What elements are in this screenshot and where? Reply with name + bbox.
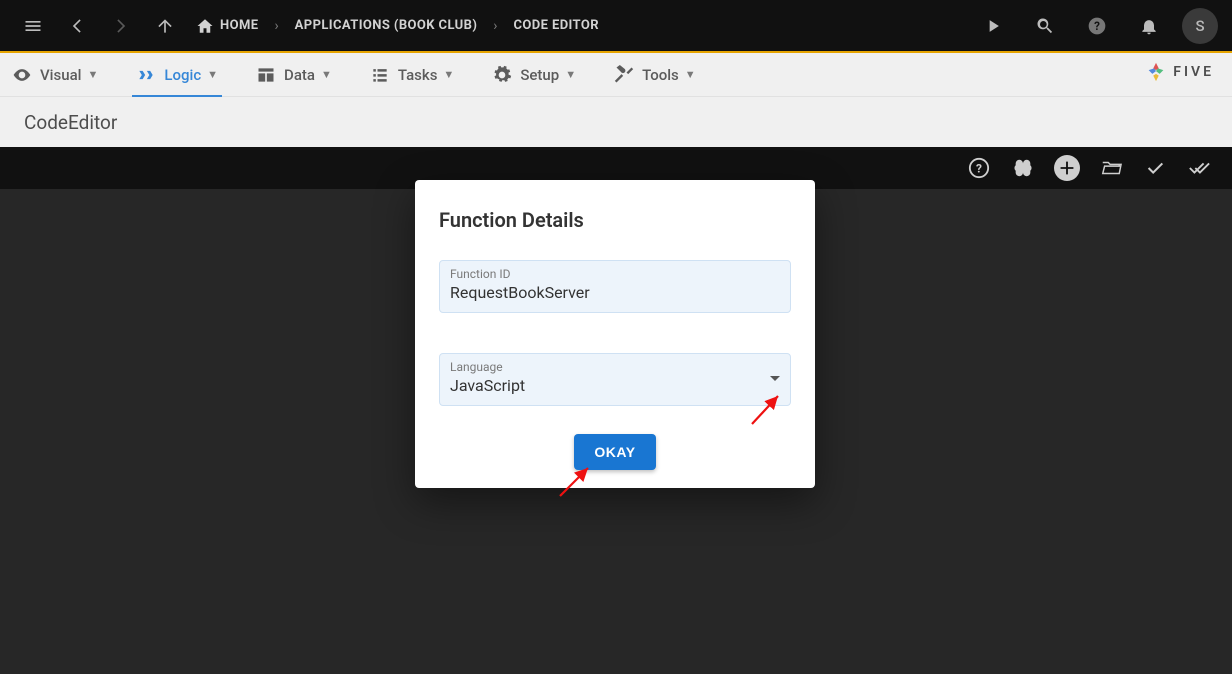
check-icon[interactable] [1142,155,1168,181]
svg-text:?: ? [1094,19,1100,33]
subnav-logic[interactable]: Logic ▼ [136,53,218,96]
svg-text:?: ? [976,162,982,176]
function-id-field[interactable]: Function ID RequestBookServer [439,260,791,313]
brand-label: FIVE [1173,64,1214,80]
chevron-down-icon: ▼ [87,68,98,81]
breadcrumb-label: HOME [220,18,258,33]
chevron-down-icon: ▼ [685,68,696,81]
breadcrumb-applications[interactable]: APPLICATIONS (BOOK CLUB) [295,18,478,33]
chevron-down-icon: ▼ [443,68,454,81]
logic-icon [136,65,156,85]
check-all-icon[interactable] [1186,155,1212,181]
eye-icon [12,65,32,85]
subnav-label: Logic [164,66,201,84]
function-id-value: RequestBookServer [450,283,780,302]
breadcrumb-label: CODE EDITOR [514,18,599,33]
home-icon [196,17,214,35]
editor-help-icon[interactable]: ? [966,155,992,181]
help-icon[interactable]: ? [1078,7,1116,45]
chevron-down-icon [770,376,780,381]
brand-logo-icon [1145,61,1167,83]
back-icon[interactable] [58,7,96,45]
breadcrumb-code-editor[interactable]: CODE EDITOR [514,18,599,33]
avatar[interactable]: S [1182,8,1218,44]
avatar-initial: S [1195,17,1204,35]
breadcrumb: HOME › APPLICATIONS (BOOK CLUB) › CODE E… [196,17,599,35]
chevron-right-icon: › [260,18,292,34]
brand: FIVE [1145,61,1214,83]
chevron-down-icon: ▼ [321,68,332,81]
subnav-tasks[interactable]: Tasks ▼ [370,53,454,96]
breadcrumb-home[interactable]: HOME [196,17,258,35]
dialog-actions: OKAY [439,434,791,470]
topbar: HOME › APPLICATIONS (BOOK CLUB) › CODE E… [0,0,1232,53]
gear-icon [492,65,512,85]
subnav: Visual ▼ Logic ▼ Data ▼ Tasks ▼ Setup ▼ … [0,53,1232,97]
open-folder-icon[interactable] [1098,155,1124,181]
menu-icon[interactable] [14,7,52,45]
table-icon [256,65,276,85]
subnav-label: Setup [520,66,559,84]
dialog-title: Function Details [439,208,791,232]
language-value: JavaScript [450,376,780,395]
search-icon[interactable] [1026,7,1064,45]
function-details-dialog: Function Details Function ID RequestBook… [415,180,815,488]
subnav-label: Tools [642,66,679,84]
chevron-down-icon: ▼ [207,68,218,81]
play-icon[interactable] [974,7,1012,45]
subnav-visual[interactable]: Visual ▼ [12,53,98,96]
breadcrumb-label: APPLICATIONS (BOOK CLUB) [295,18,478,33]
subnav-setup[interactable]: Setup ▼ [492,53,576,96]
subnav-tools[interactable]: Tools ▼ [614,53,696,96]
subnav-label: Visual [40,66,81,84]
topbar-left: HOME › APPLICATIONS (BOOK CLUB) › CODE E… [14,7,599,45]
field-label: Language [450,360,780,374]
add-icon[interactable] [1054,155,1080,181]
subnav-label: Data [284,66,315,84]
tools-icon [614,65,634,85]
up-icon[interactable] [146,7,184,45]
brain-icon[interactable] [1010,155,1036,181]
okay-button[interactable]: OKAY [574,434,655,470]
list-icon [370,65,390,85]
chevron-down-icon: ▼ [565,68,576,81]
subnav-label: Tasks [398,66,438,84]
language-field[interactable]: Language JavaScript [439,353,791,406]
subnav-data[interactable]: Data ▼ [256,53,332,96]
forward-icon [102,7,140,45]
chevron-right-icon: › [479,18,511,34]
bell-icon[interactable] [1130,7,1168,45]
page-title-strip: CodeEditor [0,97,1232,147]
field-label: Function ID [450,267,780,281]
page-title: CodeEditor [24,111,117,134]
topbar-right: ? S [974,7,1218,45]
